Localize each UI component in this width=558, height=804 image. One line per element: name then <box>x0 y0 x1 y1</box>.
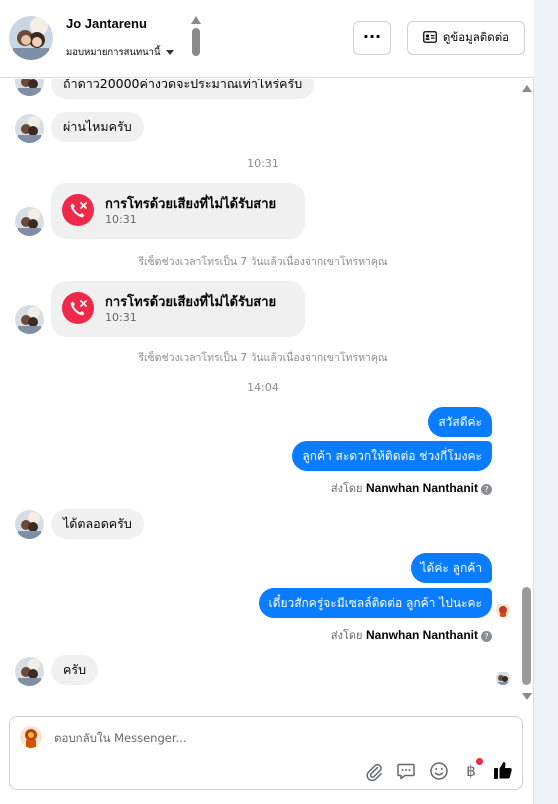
incoming-message: ได้ตลอดครับ <box>51 509 144 539</box>
contact-avatar-small <box>15 657 44 686</box>
right-edge-strip <box>534 0 558 804</box>
message-thread: ถ้าดาว20000ค่างวดจะประมาณเท่าไหร่ครับ ผ่… <box>0 79 520 707</box>
page-avatar <box>20 726 42 748</box>
emoji-icon[interactable] <box>429 761 449 781</box>
assign-label: มอบหมายการสนทนานี้ <box>66 47 161 58</box>
thumbs-up-icon[interactable] <box>492 759 514 781</box>
contact-avatar-small <box>15 305 44 334</box>
missed-call-card[interactable]: การโทรด้วยเสียงที่ไม่ได้รับสาย 10:31 <box>51 281 305 337</box>
sent-by-prefix: ส่งโดย <box>330 629 363 642</box>
conversation-header: Jo Jantarenu มอบหมายการสนทนานี้ ··· ดูข้… <box>0 0 534 78</box>
contact-avatar[interactable] <box>9 16 53 60</box>
scroll-down-arrow-icon[interactable] <box>522 693 532 700</box>
messenger-panel: Jo Jantarenu มอบหมายการสนทนานี้ ··· ดูข้… <box>0 0 534 804</box>
outgoing-message: ลูกค้า สะดวกให้ติดต่อ ช่วงกี่โมงคะ <box>292 441 492 471</box>
missed-call-icon <box>62 292 94 324</box>
missed-call-icon <box>62 194 94 226</box>
contact-card-icon <box>423 30 437 46</box>
seen-by-contact-avatar <box>496 671 510 685</box>
sender-name: Nanwhan Nanthanit <box>365 481 478 495</box>
timestamp: 10:31 <box>247 157 279 170</box>
sent-by-label: ส่งโดย Nanwhan Nanthanit? <box>331 479 492 497</box>
read-receipt-avatar <box>496 603 510 617</box>
svg-text:฿: ฿ <box>466 762 476 780</box>
outgoing-message: ได้ค่ะ ลูกค้า <box>410 553 492 583</box>
reply-input[interactable] <box>54 731 434 745</box>
contact-info-label: ดูข้อมูลติดต่อ <box>442 30 510 44</box>
scrollbar-thumb[interactable] <box>522 587 531 685</box>
contact-info-button[interactable]: ดูข้อมูลติดต่อ <box>407 21 525 55</box>
assign-conversation-dropdown[interactable]: มอบหมายการสนทนานี้ <box>66 45 174 60</box>
call-time: 10:31 <box>105 311 137 324</box>
missed-call-card[interactable]: การโทรด้วยเสียงที่ไม่ได้รับสาย 10:31 <box>51 183 305 239</box>
caret-down-icon <box>165 50 174 55</box>
incoming-message: ผ่านไหมครับ <box>51 112 144 142</box>
sent-by-label: ส่งโดย Nanwhan Nanthanit? <box>331 626 492 644</box>
attach-icon[interactable] <box>364 761 384 782</box>
timestamp: 14:04 <box>247 381 279 394</box>
call-title: การโทรด้วยเสียงที่ไม่ได้รับสาย <box>105 197 277 212</box>
thread-scrollbar[interactable] <box>520 79 534 707</box>
kebab-more-icon: ··· <box>362 27 382 46</box>
contact-avatar-small <box>15 114 44 143</box>
contact-avatar-small <box>15 510 44 539</box>
system-notice: รีเซ็ตช่วงเวลาโทรเป็น 7 วันแล้วเนื่องจาก… <box>138 256 388 268</box>
scroll-up-arrow-icon[interactable] <box>522 85 532 92</box>
contact-avatar-small <box>15 79 44 96</box>
sender-name: Nanwhan Nanthanit <box>365 628 478 642</box>
incoming-message: ถ้าดาว20000ค่างวดจะประมาณเท่าไหร่ครับ <box>51 79 315 99</box>
contact-name: Jo Jantarenu <box>66 16 147 31</box>
more-options-button[interactable]: ··· <box>353 21 391 55</box>
outgoing-message: เดี๋ยวสักครู่จะมีเซลล์ติดต่อ ลูกค้า ไปนะ… <box>258 588 492 618</box>
sent-by-prefix: ส่งโดย <box>330 482 363 495</box>
header-mini-scrollbar[interactable] <box>190 16 202 60</box>
reply-composer: ฿ <box>9 716 523 790</box>
saved-reply-icon[interactable] <box>396 761 416 781</box>
call-title: การโทรด้วยเสียงที่ไม่ได้รับสาย <box>105 295 277 310</box>
call-time: 10:31 <box>105 213 137 226</box>
notification-dot <box>476 758 483 765</box>
help-icon[interactable]: ? <box>481 483 492 495</box>
help-icon[interactable]: ? <box>481 630 492 642</box>
contact-avatar-small <box>15 207 44 236</box>
system-notice: รีเซ็ตช่วงเวลาโทรเป็น 7 วันแล้วเนื่องจาก… <box>138 352 388 364</box>
outgoing-message: สวัสดีค่ะ <box>428 407 492 437</box>
incoming-message: ครับ <box>51 655 99 685</box>
